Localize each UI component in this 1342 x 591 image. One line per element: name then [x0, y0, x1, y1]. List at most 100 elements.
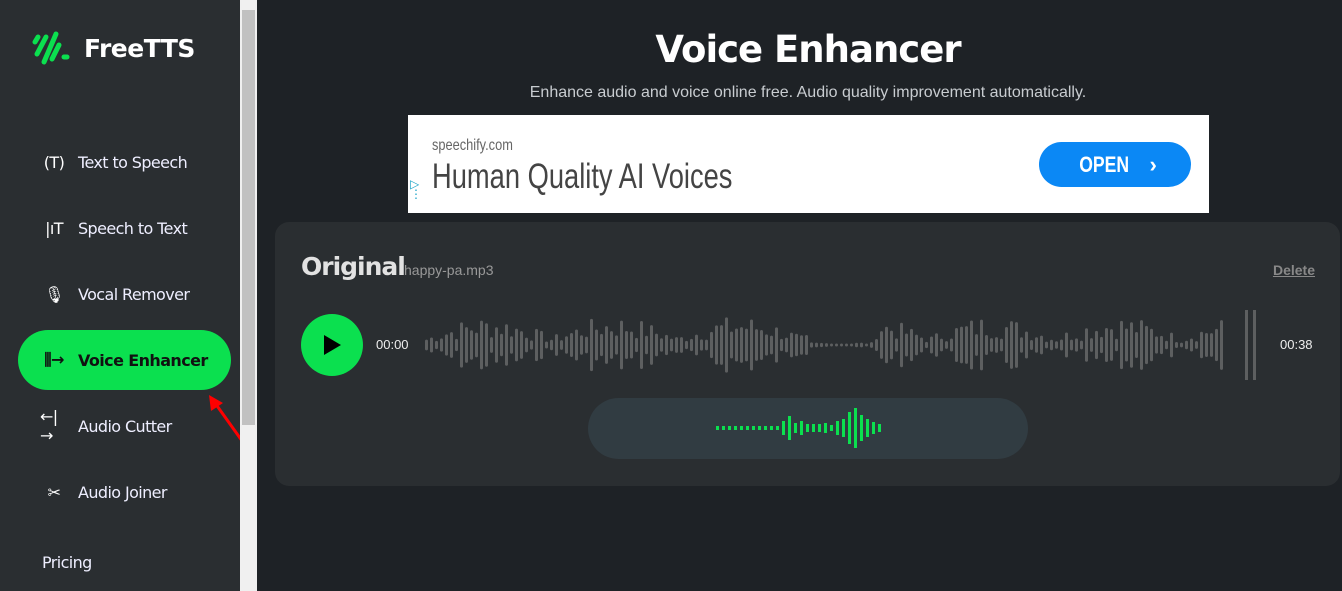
sidebar-item-label: Text to Speech: [78, 152, 188, 172]
green-wave-bar: [836, 421, 839, 435]
waveform-bar: [560, 340, 563, 350]
waveform-bar: [960, 326, 963, 364]
advertisement[interactable]: speechify.com Human Quality AI Voices OP…: [408, 115, 1209, 213]
waveform-bar: [930, 336, 933, 354]
green-wave-bar: [860, 415, 863, 441]
waveform-bar: [805, 335, 808, 355]
waveform-bar: [935, 333, 938, 357]
sidebar-item-label: Audio Cutter: [78, 416, 172, 436]
ad-open-button[interactable]: OPEN ›: [1039, 142, 1191, 187]
waveform-bar: [1085, 328, 1088, 362]
waveform-bar: [1005, 326, 1008, 364]
waveform-bar: [605, 326, 608, 364]
waveform-bar: [665, 334, 668, 356]
waveform-bar: [1115, 338, 1118, 352]
waveform-bar: [925, 341, 928, 349]
waveform-bar: [945, 341, 948, 349]
waveform-bar: [895, 338, 898, 352]
waveform-bar: [725, 317, 728, 373]
waveform-bar: [1185, 340, 1188, 350]
waveform-bar: [1215, 328, 1218, 362]
sidebar-item-vocal-remover[interactable]: 🎙︎ Vocal Remover: [18, 264, 231, 324]
waveform-bar: [585, 336, 588, 354]
waveform-bar: [880, 331, 883, 359]
waveform-bar: [915, 334, 918, 356]
sidebar-item-audio-joiner[interactable]: ✂ Audio Joiner: [18, 462, 231, 522]
green-wave-bar: [716, 426, 719, 430]
waveform-bar: [1075, 338, 1078, 352]
waveform-bar: [430, 337, 433, 353]
waveform-bar: [1120, 320, 1123, 370]
ad-headline: Human Quality AI Voices: [432, 157, 733, 196]
sidebar-item-speech-to-text[interactable]: |ıT Speech to Text: [18, 198, 231, 258]
waveform-bar: [1045, 341, 1048, 349]
waveform-bar: [910, 328, 913, 362]
play-button[interactable]: [301, 314, 363, 376]
waveform-bar: [800, 335, 803, 355]
sidebar-item-text-to-speech[interactable]: (T) Text to Speech: [18, 132, 231, 192]
sidebar-item-audio-cutter[interactable]: ←|→ Audio Cutter: [18, 396, 231, 456]
waveform-bar: [900, 322, 903, 368]
page-subtitle: Enhance audio and voice online free. Aud…: [529, 84, 1087, 101]
delete-link[interactable]: Delete: [1273, 262, 1315, 278]
scrollbar-thumb[interactable]: [242, 10, 255, 425]
logo[interactable]: FreeTTS: [32, 30, 195, 66]
waveform-bar: [990, 338, 993, 352]
waveform-bar: [1060, 339, 1063, 351]
waveform-bar: [535, 328, 538, 362]
waveform-bar: [955, 327, 958, 363]
waveform-bar: [1065, 332, 1068, 358]
waveform-bar: [695, 334, 698, 356]
waveform-bar: [1150, 328, 1153, 362]
green-wave-bar: [758, 426, 761, 430]
waveform-bar: [1000, 338, 1003, 352]
waveform-bar: [660, 338, 663, 352]
waveform-bar: [505, 324, 508, 366]
waveform-bar: [530, 340, 533, 350]
green-wave-bar: [728, 426, 731, 430]
file-name: happy-pa.mp3: [404, 262, 494, 278]
green-wave-bar: [854, 408, 857, 448]
sidebar-item-pricing[interactable]: Pricing: [42, 553, 92, 572]
sidebar: FreeTTS (T) Text to Speech |ıT Speech to T…: [0, 0, 247, 591]
waveform-bar: [690, 338, 693, 352]
scissors-icon: ✂: [47, 482, 61, 502]
waveform-bar: [1200, 331, 1203, 359]
waveform-bar: [835, 343, 838, 347]
waveform-bar: [755, 329, 758, 361]
waveform-bar: [1080, 340, 1083, 350]
waveform-bar: [570, 332, 573, 358]
waveform-bar: [705, 339, 708, 351]
waveform-bar: [995, 337, 998, 353]
microphone-icon: 🎙︎: [44, 284, 64, 304]
green-wave-bar: [824, 423, 827, 433]
text-speech-icon: (T): [43, 152, 65, 172]
waveform-bar: [740, 327, 743, 363]
waveform-bar: [540, 330, 543, 360]
waveform-bar: [1030, 340, 1033, 350]
waveform-bar: [785, 337, 788, 353]
waveform-bar: [445, 334, 448, 356]
waveform-bar: [810, 342, 813, 348]
adchoices-icon[interactable]: ▷ ⋮: [410, 178, 422, 200]
sidebar-item-voice-enhancer[interactable]: ⫼→ Voice Enhancer: [18, 330, 231, 390]
waveform-bar: [815, 342, 818, 348]
waveform[interactable]: [425, 310, 1260, 380]
waveform-bar: [715, 325, 718, 365]
green-wave-bar: [746, 426, 749, 430]
waveform-bar: [650, 325, 653, 365]
waveform-bar: [1055, 341, 1058, 349]
audio-player-card: Original happy-pa.mp3 Delete 00:00 00:38: [275, 222, 1340, 486]
green-wave-bar: [812, 424, 815, 432]
waveform-bar: [940, 338, 943, 352]
waveform-bar: [1015, 322, 1018, 368]
waveform-bar: [1010, 321, 1013, 369]
green-wave-bar: [848, 412, 851, 444]
enhance-icon: ⫼→: [44, 350, 64, 369]
waveform-bar: [790, 332, 793, 358]
waveform-bar: [1220, 320, 1223, 370]
waveform-bar: [1125, 328, 1128, 362]
green-wave-bar: [770, 426, 773, 430]
waveform-bar: [610, 331, 613, 359]
waveform-bar: [760, 329, 763, 361]
